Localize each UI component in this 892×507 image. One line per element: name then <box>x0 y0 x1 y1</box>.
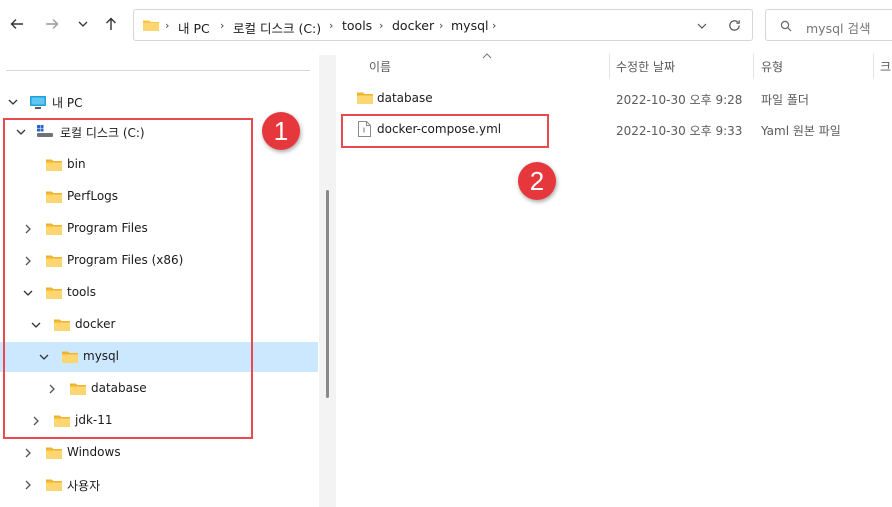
tree-scrollbar-thumb[interactable] <box>326 190 329 398</box>
highlight-box-file <box>341 114 549 148</box>
arrow-right-icon <box>46 19 59 29</box>
chevron-down-icon <box>78 21 88 27</box>
column-separator[interactable] <box>873 54 874 78</box>
step-badge-2: 2 <box>518 162 556 200</box>
file-type: 파일 폴더 <box>761 93 809 107</box>
breadcrumb-tools[interactable]: tools <box>342 18 372 33</box>
folder-icon <box>143 20 159 31</box>
column-header-name[interactable]: 이름 <box>369 58 391 75</box>
search-input[interactable]: mysql 검색 <box>806 18 870 37</box>
arrow-left-icon <box>10 19 23 29</box>
pc-icon <box>30 96 46 109</box>
file-type: Yaml 원본 파일 <box>761 124 841 138</box>
folder-icon <box>357 92 373 104</box>
chevron-right-icon: › <box>492 19 497 32</box>
back-button[interactable] <box>6 13 28 35</box>
tree-item-pc[interactable]: 내 PC <box>0 87 318 117</box>
chevron-right-icon: › <box>165 19 170 32</box>
column-separator[interactable] <box>609 54 610 78</box>
chevron-right-icon: › <box>379 19 384 32</box>
tree-item-label: 내 PC <box>52 96 83 110</box>
forward-button[interactable] <box>41 13 63 35</box>
folder-icon <box>46 447 62 459</box>
tree-item-label: Windows <box>67 445 121 459</box>
tree-item-label: 사용자 <box>67 479 101 493</box>
breadcrumb-pc[interactable]: 내 PC <box>178 18 210 37</box>
refresh-icon[interactable] <box>727 18 742 33</box>
breadcrumb-drive[interactable]: 로컬 디스크 (C:) <box>233 18 321 37</box>
breadcrumb-docker[interactable]: docker <box>392 18 434 33</box>
recent-locations-button[interactable] <box>72 13 94 35</box>
search-box[interactable]: mysql 검색 <box>765 9 892 41</box>
step-badge-1: 1 <box>262 112 300 150</box>
address-dropdown-icon[interactable] <box>696 20 708 32</box>
chevron-right-icon: › <box>329 19 334 32</box>
column-header-type[interactable]: 유형 <box>761 58 783 75</box>
tree-item-users[interactable]: 사용자 <box>0 470 318 500</box>
folder-icon <box>46 479 62 491</box>
chevron-right-icon: › <box>220 19 225 32</box>
up-button[interactable] <box>100 13 122 35</box>
arrow-up-icon <box>106 17 116 30</box>
chevron-right-icon: › <box>439 19 444 32</box>
file-name: database <box>377 91 433 105</box>
highlight-box-tree <box>3 118 253 439</box>
file-date: 2022-10-30 오후 9:33 <box>616 124 743 138</box>
breadcrumb-mysql[interactable]: mysql <box>451 18 489 33</box>
column-separator[interactable] <box>753 54 754 78</box>
file-row-database[interactable]: database 2022-10-30 오후 9:28 파일 폴더 <box>345 86 892 112</box>
chevron-right-icon[interactable] <box>22 447 34 459</box>
search-icon <box>780 20 792 32</box>
tree-item-windows[interactable]: Windows <box>0 438 318 468</box>
address-bar[interactable]: › 내 PC › 로컬 디스크 (C:) › tools › docker › … <box>133 9 753 41</box>
chevron-down-icon[interactable] <box>7 96 19 108</box>
column-header-date[interactable]: 수정한 날짜 <box>616 58 675 75</box>
chevron-right-icon[interactable] <box>22 479 34 491</box>
column-header-size[interactable]: 크 <box>880 58 891 75</box>
sort-ascending-icon <box>482 53 492 59</box>
tree-divider <box>6 70 310 71</box>
file-date: 2022-10-30 오후 9:28 <box>616 93 743 107</box>
